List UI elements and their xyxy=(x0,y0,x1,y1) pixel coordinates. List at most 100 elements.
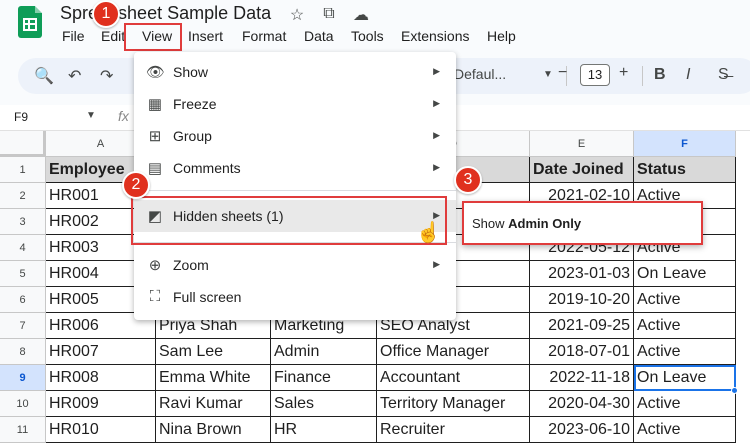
table-cell[interactable]: 2023-01-03 xyxy=(530,261,634,287)
move-folder-icon[interactable]: ⧉ xyxy=(319,5,339,25)
table-cell[interactable]: Active xyxy=(634,339,736,365)
toolbar-divider xyxy=(642,66,643,86)
redo-icon[interactable]: ↷ xyxy=(100,66,113,86)
table-cell[interactable]: Emma White xyxy=(156,365,271,391)
row-header[interactable]: 6 xyxy=(0,287,46,313)
row-header[interactable]: 9 xyxy=(0,365,46,391)
table-cell[interactable]: Office Manager xyxy=(377,339,530,365)
menu-item-comments[interactable]: ▤ Comments ▶ xyxy=(134,152,456,184)
italic-button[interactable]: I xyxy=(686,66,690,84)
row-header[interactable]: 7 xyxy=(0,313,46,339)
fill-handle[interactable] xyxy=(731,387,738,394)
table-cell[interactable]: HR xyxy=(271,417,377,443)
menu-data[interactable]: Data xyxy=(304,28,334,44)
comment-icon: ▤ xyxy=(147,160,163,177)
menu-item-full-screen[interactable]: ⛶ Full screen xyxy=(134,281,456,313)
table-cell[interactable]: Ravi Kumar xyxy=(156,391,271,417)
name-box[interactable]: F9 xyxy=(14,110,28,124)
menu-item-group[interactable]: ⊞ Group ▶ xyxy=(134,120,456,152)
row-header[interactable]: 3 xyxy=(0,209,46,235)
cloud-status-icon[interactable]: ☁ xyxy=(351,5,371,25)
menu-item-label: Freeze xyxy=(173,96,217,112)
menu-item-label: Comments xyxy=(173,160,241,176)
table-cell[interactable]: 2018-07-01 xyxy=(530,339,634,365)
header-cell[interactable]: Date Joined xyxy=(530,157,634,183)
font-family-select[interactable]: Defaul... xyxy=(454,66,506,82)
sheets-logo-icon[interactable] xyxy=(18,6,42,38)
select-all-corner[interactable] xyxy=(0,131,46,157)
hidden-sheets-highlight xyxy=(131,196,447,245)
menu-divider xyxy=(134,190,456,191)
freeze-grid-icon: ▦ xyxy=(147,96,163,113)
row-header[interactable]: 4 xyxy=(0,235,46,261)
menu-item-label: Group xyxy=(173,128,212,144)
table-cell[interactable]: 2019-10-20 xyxy=(530,287,634,313)
show-admin-only-item[interactable]: Show Admin Only xyxy=(472,216,581,231)
table-cell[interactable]: Nina Brown xyxy=(156,417,271,443)
table-cell[interactable]: 2021-09-25 xyxy=(530,313,634,339)
table-cell[interactable]: 2022-11-18 xyxy=(530,365,634,391)
table-cell[interactable]: Active xyxy=(634,417,736,443)
table-cell[interactable]: 2020-04-30 xyxy=(530,391,634,417)
submenu-arrow-icon: ▶ xyxy=(433,259,440,269)
row-header[interactable]: 2 xyxy=(0,183,46,209)
row-header[interactable]: 11 xyxy=(0,417,46,443)
eye-icon: 👁 xyxy=(146,64,166,81)
name-box-dropdown-icon[interactable]: ▼ xyxy=(86,110,96,121)
table-cell[interactable]: Recruiter xyxy=(377,417,530,443)
step-badge-2: 2 xyxy=(122,171,150,199)
menu-edit[interactable]: Edit xyxy=(101,28,125,44)
hidden-sheets-submenu: Show Admin Only xyxy=(462,201,703,245)
table-cell[interactable]: Accountant xyxy=(377,365,530,391)
menu-item-show[interactable]: 👁 Show ▶ xyxy=(134,56,456,88)
submenu-arrow-icon: ▶ xyxy=(433,162,440,172)
menu-format[interactable]: Format xyxy=(242,28,286,44)
star-icon[interactable]: ☆ xyxy=(287,5,307,25)
strikethrough-button[interactable]: S̶ xyxy=(718,66,729,84)
menu-item-freeze[interactable]: ▦ Freeze ▶ xyxy=(134,88,456,120)
font-dropdown-icon[interactable]: ▼ xyxy=(543,69,553,80)
table-cell[interactable]: Finance xyxy=(271,365,377,391)
row-header[interactable]: 10 xyxy=(0,391,46,417)
table-cell[interactable]: Active xyxy=(634,313,736,339)
menu-item-zoom[interactable]: ⊕ Zoom ▶ xyxy=(134,249,456,281)
font-size-input[interactable]: 13 xyxy=(580,64,610,86)
step-badge-1: 1 xyxy=(92,0,120,28)
menu-extensions[interactable]: Extensions xyxy=(401,28,469,44)
menu-tools[interactable]: Tools xyxy=(351,28,384,44)
table-cell[interactable]: HR008 xyxy=(46,365,156,391)
column-header-e[interactable]: E xyxy=(530,131,634,157)
row-header[interactable]: 1 xyxy=(0,157,46,183)
table-cell[interactable]: HR007 xyxy=(46,339,156,365)
table-cell[interactable]: Admin xyxy=(271,339,377,365)
menu-item-label: Show xyxy=(173,64,209,80)
column-header-f[interactable]: F xyxy=(634,131,736,157)
undo-icon[interactable]: ↶ xyxy=(68,66,81,86)
row-header[interactable]: 8 xyxy=(0,339,46,365)
menu-insert[interactable]: Insert xyxy=(188,28,223,44)
fx-icon: fx xyxy=(118,108,129,124)
table-cell[interactable]: HR009 xyxy=(46,391,156,417)
table-cell[interactable]: On Leave xyxy=(634,261,736,287)
table-cell[interactable]: Active xyxy=(634,391,736,417)
table-cell[interactable]: Active xyxy=(634,287,736,313)
menu-help[interactable]: Help xyxy=(487,28,516,44)
table-cell[interactable]: On Leave xyxy=(634,365,736,391)
table-cell[interactable]: HR010 xyxy=(46,417,156,443)
table-cell[interactable]: Sam Lee xyxy=(156,339,271,365)
increase-font-size-button[interactable]: + xyxy=(619,64,628,82)
bold-button[interactable]: B xyxy=(654,66,666,84)
menu-file[interactable]: File xyxy=(62,28,85,44)
table-cell[interactable]: Territory Manager xyxy=(377,391,530,417)
submenu-arrow-icon: ▶ xyxy=(433,66,440,76)
table-cell[interactable]: 2023-06-10 xyxy=(530,417,634,443)
search-menus-icon[interactable]: 🔍 xyxy=(34,66,54,86)
header-cell[interactable]: Status xyxy=(634,157,736,183)
decrease-font-size-button[interactable]: − xyxy=(558,64,567,82)
title-actions: ☆ ⧉ ☁ xyxy=(287,5,371,25)
submenu-item-prefix: Show xyxy=(472,216,509,231)
hand-cursor-icon: ☝ xyxy=(416,222,441,244)
menu-item-label: Zoom xyxy=(173,257,209,273)
row-header[interactable]: 5 xyxy=(0,261,46,287)
table-cell[interactable]: Sales xyxy=(271,391,377,417)
